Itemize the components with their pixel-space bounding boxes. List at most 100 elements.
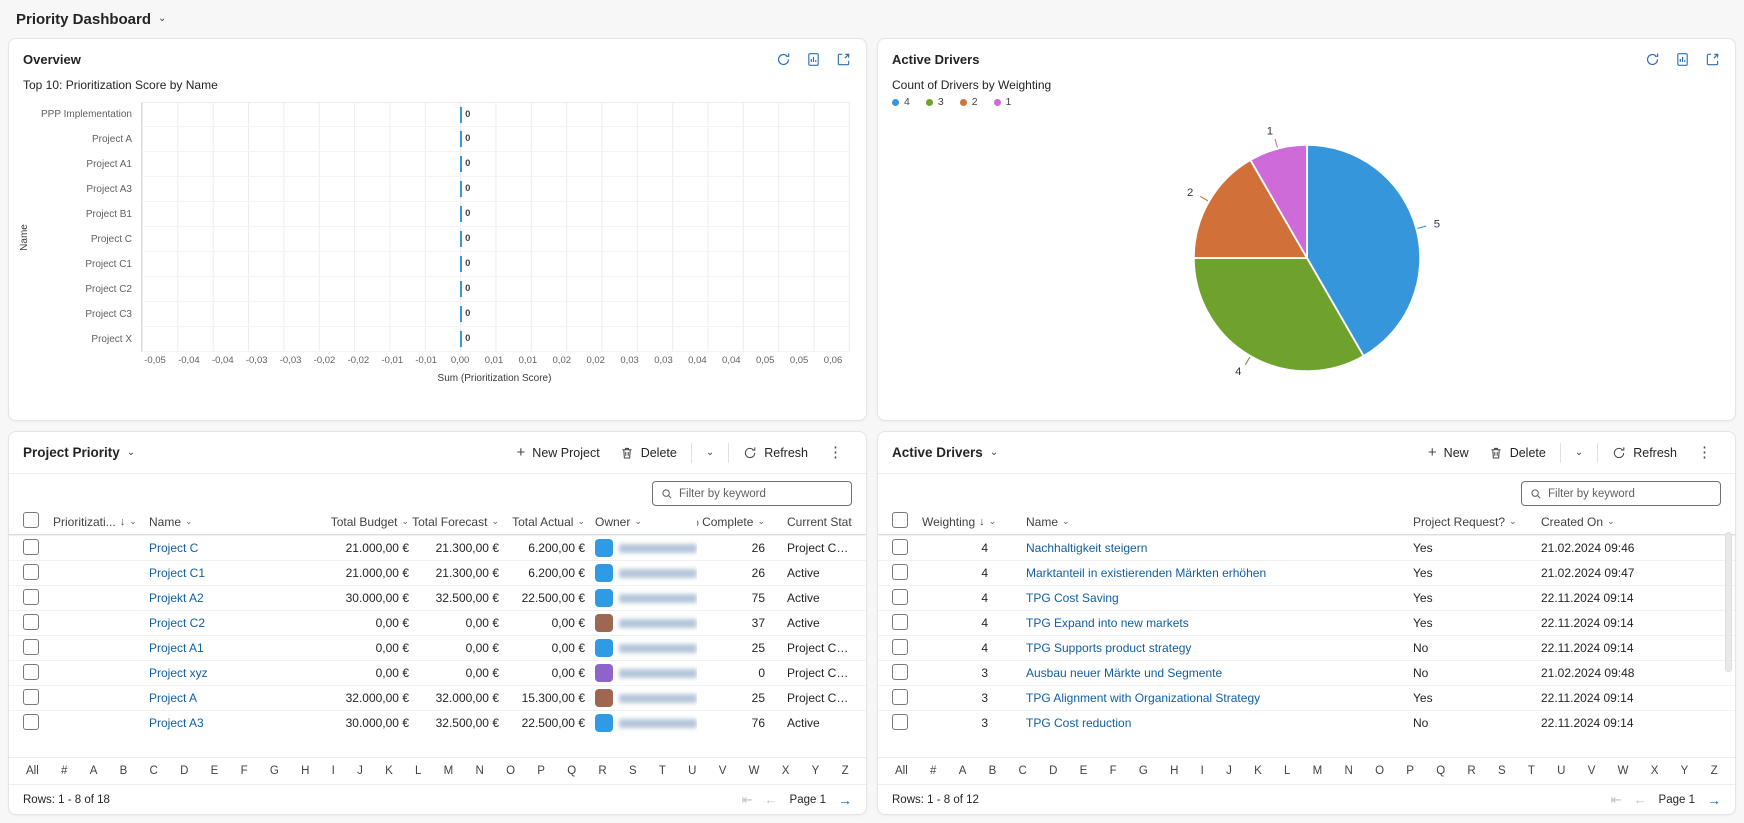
bar-mark[interactable]	[460, 231, 463, 247]
table-row[interactable]: Project C2 0,00 € 0,00 € 0,00 € 37 Activ…	[9, 610, 866, 635]
previous-page-icon[interactable]: ←	[1634, 792, 1647, 807]
jump-bar-letter[interactable]: D	[1046, 761, 1060, 782]
row-checkbox[interactable]	[892, 538, 908, 555]
column-header-name[interactable]: Name ⌄	[149, 515, 317, 529]
bar-mark[interactable]	[460, 156, 463, 172]
jump-bar-letter[interactable]: N	[1342, 761, 1356, 782]
bar-mark[interactable]	[460, 306, 463, 322]
project-name-link[interactable]: Project C2	[149, 616, 205, 630]
jump-bar-letter[interactable]: H	[298, 761, 312, 782]
project-name-link[interactable]: Project xyz	[149, 666, 208, 680]
jump-bar-letter[interactable]: #	[58, 761, 70, 782]
scrollbar[interactable]	[1725, 532, 1732, 672]
new-project-button[interactable]: + New Project	[508, 441, 609, 464]
row-checkbox[interactable]	[23, 613, 39, 630]
jump-bar-letter[interactable]: S	[1495, 761, 1509, 782]
table-row[interactable]: Project A3 30.000,00 € 32.500,00 € 22.50…	[9, 710, 866, 735]
filter-by-keyword-input[interactable]	[679, 487, 843, 500]
driver-name-link[interactable]: Ausbau neuer Märkte und Segmente	[1026, 666, 1222, 680]
column-header-weighting[interactable]: Weighting ↓ ⌄	[922, 515, 1014, 529]
pie-legend-item[interactable]: 2	[959, 96, 978, 108]
table-row[interactable]: 4 TPG Supports product strategy No 22.11…	[878, 635, 1735, 660]
jump-bar-letter[interactable]: A	[87, 761, 101, 782]
driver-name-link[interactable]: TPG Supports product strategy	[1026, 641, 1191, 655]
jump-bar-letter[interactable]: K	[1251, 761, 1265, 782]
bar-mark[interactable]	[460, 181, 463, 197]
jump-bar-letter[interactable]: Y	[809, 761, 823, 782]
jump-bar-letter[interactable]: M	[441, 761, 457, 782]
column-header-total-budget[interactable]: Total Budget ⌄	[317, 515, 409, 529]
pie-legend-item[interactable]: 3	[925, 96, 944, 108]
jump-bar-letter[interactable]: N	[473, 761, 487, 782]
jump-bar-letter[interactable]: C	[1016, 761, 1030, 782]
row-checkbox[interactable]	[23, 663, 39, 680]
table-row[interactable]: 4 Marktanteil in existierenden Märkten e…	[878, 560, 1735, 585]
first-page-icon[interactable]: ⇤	[742, 792, 753, 808]
pie-legend-item[interactable]: 4	[892, 96, 910, 108]
project-name-link[interactable]: Project C1	[149, 566, 205, 580]
jump-bar-letter[interactable]: O	[1372, 761, 1387, 782]
jump-bar-letter[interactable]: X	[779, 761, 793, 782]
grid-title-chevron-down-icon[interactable]: ⌄	[127, 447, 135, 458]
column-header-total-forecast[interactable]: Total Forecast ⌄	[409, 515, 499, 529]
jump-bar-letter[interactable]: J	[1223, 761, 1235, 782]
jump-bar-letter[interactable]: C	[147, 761, 161, 782]
select-all-checkbox[interactable]	[23, 512, 39, 528]
page-title-chevron-down-icon[interactable]: ⌄	[158, 14, 166, 24]
refresh-icon[interactable]	[1644, 51, 1661, 68]
popout-expand-icon[interactable]	[1704, 51, 1721, 68]
view-records-chart-icon[interactable]	[805, 51, 822, 68]
row-checkbox[interactable]	[23, 638, 39, 655]
next-page-icon[interactable]: →	[838, 792, 852, 808]
row-checkbox[interactable]	[892, 663, 908, 680]
view-records-chart-icon[interactable]	[1674, 51, 1691, 68]
driver-name-link[interactable]: Marktanteil in existierenden Märkten erh…	[1026, 566, 1266, 580]
row-checkbox[interactable]	[23, 538, 39, 555]
column-header-owner[interactable]: Owner ⌄	[585, 515, 697, 529]
jump-bar-letter[interactable]: All	[23, 761, 42, 782]
bar-mark[interactable]	[460, 256, 463, 272]
driver-name-link[interactable]: TPG Cost Saving	[1026, 591, 1119, 605]
toolbar-overflow-chevron-button[interactable]: ⌄	[1566, 444, 1592, 462]
jump-bar-letter[interactable]: I	[1198, 761, 1207, 782]
jump-bar-letter[interactable]: #	[927, 761, 939, 782]
table-row[interactable]: 4 Nachhaltigkeit steigern Yes 21.02.2024…	[878, 535, 1735, 560]
jump-bar-letter[interactable]: V	[716, 761, 730, 782]
jump-bar-letter[interactable]: E	[208, 761, 222, 782]
project-name-link[interactable]: Project A	[149, 691, 197, 705]
refresh-button[interactable]: Refresh	[734, 442, 817, 464]
jump-bar-letter[interactable]: L	[1281, 761, 1293, 782]
jump-bar-letter[interactable]: H	[1167, 761, 1181, 782]
row-checkbox[interactable]	[892, 563, 908, 580]
pie-legend-item[interactable]: 1	[993, 96, 1011, 108]
more-commands-button[interactable]: ⋮	[819, 441, 852, 464]
project-name-link[interactable]: Projekt A2	[149, 591, 204, 605]
column-header-percent-complete[interactable]: % Complete ⌄	[697, 515, 777, 529]
table-row[interactable]: Project xyz 0,00 € 0,00 € 0,00 € 0 Proje…	[9, 660, 866, 685]
delete-button[interactable]: Delete	[1480, 442, 1555, 464]
project-name-link[interactable]: Project A1	[149, 641, 204, 655]
grid-title-chevron-down-icon[interactable]: ⌄	[990, 447, 998, 458]
jump-bar-letter[interactable]: X	[1648, 761, 1662, 782]
jump-bar-letter[interactable]: Y	[1678, 761, 1692, 782]
jump-bar-letter[interactable]: D	[177, 761, 191, 782]
row-checkbox[interactable]	[892, 688, 908, 705]
table-row[interactable]: 3 TPG Cost reduction No 22.11.2024 09:14	[878, 710, 1735, 735]
row-checkbox[interactable]	[892, 638, 908, 655]
more-commands-button[interactable]: ⋮	[1688, 441, 1721, 464]
jump-bar-letter[interactable]: U	[1554, 761, 1568, 782]
jump-bar-letter[interactable]: K	[382, 761, 396, 782]
jump-bar-letter[interactable]: Q	[1433, 761, 1448, 782]
jump-bar-letter[interactable]: S	[626, 761, 640, 782]
jump-bar-letter[interactable]: A	[956, 761, 970, 782]
row-checkbox[interactable]	[892, 713, 908, 730]
jump-bar-letter[interactable]: G	[267, 761, 282, 782]
refresh-icon[interactable]	[775, 51, 792, 68]
jump-bar-letter[interactable]: U	[685, 761, 699, 782]
bar-mark[interactable]	[460, 281, 463, 297]
jump-bar-letter[interactable]: Z	[1708, 761, 1721, 782]
column-header-prioritization[interactable]: Prioritizati... ↓ ⌄	[53, 515, 149, 529]
table-row[interactable]: Project A 32.000,00 € 32.000,00 € 15.300…	[9, 685, 866, 710]
table-row[interactable]: 3 TPG Alignment with Organizational Stra…	[878, 685, 1735, 710]
column-header-name[interactable]: Name ⌄	[1014, 515, 1413, 529]
